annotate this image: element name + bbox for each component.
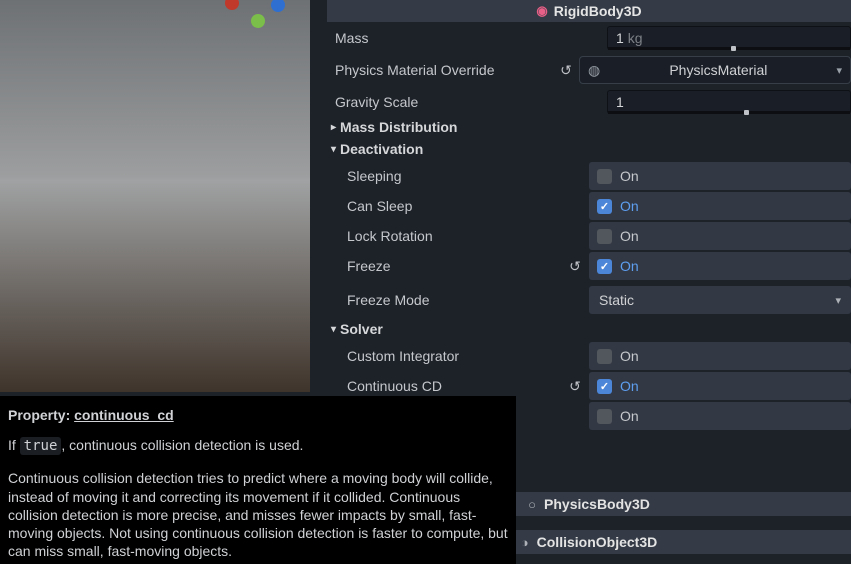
can-sleep-checkbox[interactable]: On — [589, 192, 851, 220]
mass-value: 1 — [616, 30, 624, 46]
freeze-checkbox[interactable]: On — [589, 252, 851, 280]
tooltip-rest: , continuous collision detection is used… — [61, 437, 303, 453]
group-label: Deactivation — [340, 141, 423, 157]
physicsbody3d-icon: ○ — [528, 497, 536, 512]
pmo-picker[interactable]: ◍ PhysicsMaterial ▾ — [579, 56, 851, 84]
checkbox-checked-icon — [597, 379, 612, 394]
rigidbody3d-icon: ◉ — [536, 3, 547, 19]
custom-integrator-checkbox[interactable]: On — [589, 342, 851, 370]
row-custom-integrator: Custom Integrator ↺ On — [327, 342, 851, 370]
pmo-value: PhysicsMaterial — [610, 62, 826, 78]
collisionobject3d-icon: ◑ — [521, 535, 529, 550]
label-sleeping: Sleeping — [327, 168, 561, 184]
tooltip-paragraph: Continuous collision detection tries to … — [8, 469, 508, 560]
tooltip-code-true: true — [20, 437, 62, 455]
continuous-cd-text: On — [620, 378, 639, 394]
label-mass: Mass — [327, 30, 581, 46]
tooltip-prop-name: continuous_cd — [74, 407, 174, 423]
section-title: CollisionObject3D — [537, 534, 658, 550]
group-solver[interactable]: ▾ Solver — [327, 318, 851, 340]
continuous-cd-checkbox[interactable]: On — [589, 372, 851, 400]
checkbox-checked-icon — [597, 199, 612, 214]
group-deactivation[interactable]: ▾ Deactivation — [327, 138, 851, 160]
tooltip-if: If — [8, 437, 20, 453]
chevron-down-icon: ▾ — [835, 294, 841, 307]
chevron-down-icon: ▾ — [331, 144, 336, 155]
checkbox-icon — [597, 169, 612, 184]
lock-rotation-text: On — [620, 228, 639, 244]
row-gravity: Gravity Scale ↺ 1 — [327, 88, 851, 116]
checkbox-icon — [597, 229, 612, 244]
property-tooltip: Property: continuous_cd If true, continu… — [0, 396, 516, 564]
row-freeze: Freeze ↺ On — [327, 252, 851, 280]
chevron-right-icon: ▸ — [331, 122, 336, 133]
checkbox-checked-icon — [597, 259, 612, 274]
row-sleeping: Sleeping ↺ On — [327, 162, 851, 190]
row-pmo: Physics Material Override ↺ ◍ PhysicsMat… — [327, 54, 851, 86]
mass-slider-thumb[interactable] — [731, 46, 736, 51]
mass-unit: kg — [628, 30, 643, 46]
viewport-3d[interactable] — [0, 0, 310, 392]
viewport-gizmo[interactable] — [225, 0, 295, 30]
label-freeze-mode: Freeze Mode — [327, 292, 589, 308]
mass-spinbox[interactable]: 1 kg — [607, 26, 851, 50]
sleeping-checkbox[interactable]: On — [589, 162, 851, 190]
row-mass: Mass ↺ 1 kg — [327, 24, 851, 52]
sleeping-text: On — [620, 168, 639, 184]
gizmo-z-axis-icon[interactable] — [271, 0, 285, 12]
gravity-slider-track[interactable] — [608, 111, 850, 114]
section-rigidbody3d[interactable]: ◉ RigidBody3D — [327, 0, 851, 22]
gravity-slider-thumb[interactable] — [744, 110, 749, 115]
gizmo-x-axis-icon[interactable] — [225, 0, 239, 10]
freeze-text: On — [620, 258, 639, 274]
freeze-mode-dropdown[interactable]: Static ▾ — [589, 286, 851, 314]
section-title: RigidBody3D — [554, 3, 642, 19]
label-custom-integrator: Custom Integrator — [327, 348, 561, 364]
label-pmo: Physics Material Override — [327, 62, 553, 78]
reset-pmo[interactable]: ↺ — [553, 62, 579, 79]
gizmo-y-axis-icon[interactable] — [251, 14, 265, 28]
group-label: Solver — [340, 321, 383, 337]
row-can-sleep: Can Sleep ↺ On — [327, 192, 851, 220]
can-sleep-text: On — [620, 198, 639, 214]
group-label: Mass Distribution — [340, 119, 457, 135]
section-title: PhysicsBody3D — [544, 496, 650, 512]
gravity-spinbox[interactable]: 1 — [607, 90, 851, 114]
custom-integrator-text: On — [620, 348, 639, 364]
label-gravity: Gravity Scale — [327, 94, 581, 110]
chevron-down-icon: ▾ — [331, 324, 336, 335]
row-freeze-mode: Freeze Mode Static ▾ — [327, 286, 851, 314]
solver-extra-checkbox[interactable]: On — [589, 402, 851, 430]
label-can-sleep: Can Sleep — [327, 198, 561, 214]
mass-slider-track[interactable] — [608, 47, 850, 50]
checkbox-icon — [597, 409, 612, 424]
chevron-down-icon[interactable]: ▾ — [836, 64, 842, 77]
tooltip-prop-prefix: Property: — [8, 407, 70, 423]
group-mass-distribution[interactable]: ▸ Mass Distribution — [327, 116, 851, 138]
checkbox-icon — [597, 349, 612, 364]
reset-continuous-cd[interactable]: ↺ — [561, 378, 589, 395]
label-freeze: Freeze — [327, 258, 561, 274]
reset-freeze[interactable]: ↺ — [561, 258, 589, 275]
label-continuous-cd: Continuous CD — [327, 378, 561, 394]
row-lock-rotation: Lock Rotation ↺ On — [327, 222, 851, 250]
gravity-value: 1 — [616, 94, 624, 110]
freeze-mode-value: Static — [599, 292, 835, 308]
material-icon: ◍ — [588, 62, 600, 79]
solver-extra-text: On — [620, 408, 639, 424]
label-lock-rotation: Lock Rotation — [327, 228, 561, 244]
lock-rotation-checkbox[interactable]: On — [589, 222, 851, 250]
